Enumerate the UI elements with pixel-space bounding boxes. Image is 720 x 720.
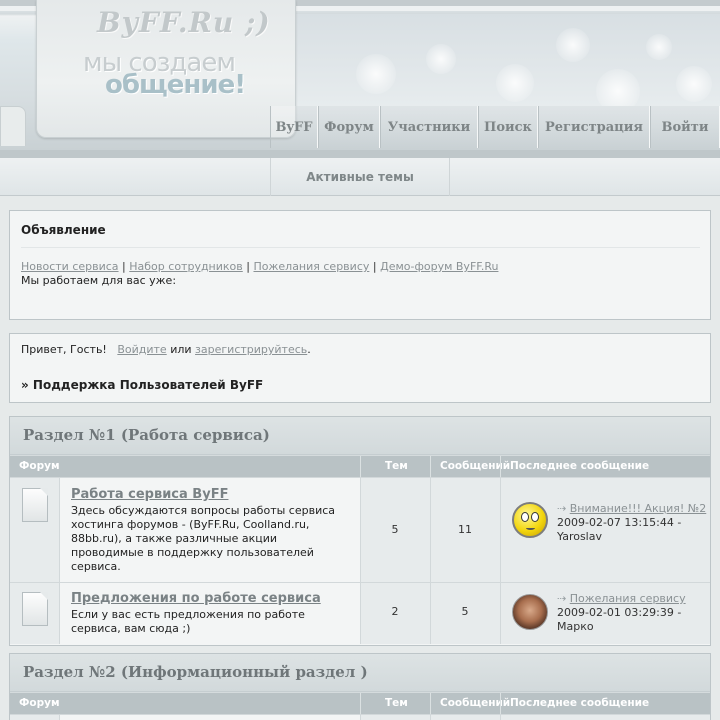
guest-greeting-line: Привет, Гость! Войдите или зарегистрируй…	[21, 343, 311, 356]
photo-avatar[interactable]	[512, 594, 548, 630]
breadcrumb[interactable]: » Поддержка Пользователей ByFF	[21, 378, 263, 392]
announcement-title: Объявление	[21, 223, 106, 237]
last-post-link[interactable]: Внимание!!! Акция! №2	[570, 502, 707, 515]
link-service-wishes[interactable]: Пожелания сервису	[253, 260, 369, 273]
announcement-note: Мы работаем для вас уже:	[21, 274, 177, 287]
section-title: Раздел №2 (Информационный раздел )	[10, 654, 710, 692]
col-last-post: Последнее сообщение	[510, 460, 650, 472]
col-forum: Форум	[19, 460, 60, 472]
col-last-post: Последнее сообщение	[510, 697, 650, 709]
last-post-author: Yaroslav	[557, 530, 602, 543]
forum-icon-cell	[10, 478, 60, 582]
posts-count: 5	[461, 605, 469, 618]
forum-icon-cell	[10, 715, 60, 720]
site-logo[interactable]: ByFF.Ru ;) мы создаем общение!	[36, 0, 296, 138]
logo-slogan-line2: общение!	[105, 70, 246, 100]
forum-row: Предложения по работе сервиса Если у вас…	[10, 582, 710, 644]
nav-login[interactable]: Войти	[650, 106, 720, 148]
col-divider	[430, 456, 431, 477]
arrow-right-icon: ⇢	[557, 592, 567, 605]
login-link[interactable]: Войдите	[117, 343, 166, 356]
nav-byff[interactable]: ByFF	[270, 106, 318, 148]
forum-title-link[interactable]: Работа сервиса ByFF	[71, 487, 228, 502]
forum-title-link[interactable]: Предложения по работе сервиса	[71, 591, 321, 606]
posts-cell	[430, 715, 500, 720]
forum-description: Если у вас есть предложения по работе се…	[71, 608, 305, 635]
register-link[interactable]: зарегистрируйтесь	[195, 343, 307, 356]
last-post-link[interactable]: Пожелания сервису	[570, 592, 686, 605]
last-post-date: 2009-02-01 03:29:39 -	[557, 606, 682, 619]
forum-folder-icon	[22, 592, 48, 626]
forum-icon-cell	[10, 583, 60, 644]
link-demo-forum[interactable]: Демо-форум ByFF.Ru	[380, 260, 498, 273]
col-divider	[430, 693, 431, 714]
header-banner-background	[296, 14, 720, 106]
guest-box: Привет, Гость! Войдите или зарегистрируй…	[9, 333, 711, 403]
topics-count: 5	[391, 523, 399, 536]
last-post-date: 2009-02-07 13:15:44 -	[557, 516, 682, 529]
smiley-avatar[interactable]	[512, 502, 548, 538]
main-nav: ByFF Форум Участники Поиск Регистрация В…	[270, 106, 720, 148]
col-divider	[360, 693, 361, 714]
subnav-band	[0, 150, 720, 158]
period: .	[307, 343, 311, 356]
col-divider	[500, 693, 501, 714]
announcement-links: Новости сервиса | Набор сотрудников | По…	[21, 260, 498, 273]
last-post-author: Марко	[557, 620, 594, 633]
posts-count: 11	[458, 523, 472, 536]
nav-search[interactable]: Поиск	[478, 106, 538, 148]
last-post-cell	[500, 715, 710, 720]
topics-cell	[360, 715, 430, 720]
section-title: Раздел №1 (Работа сервиса)	[10, 417, 710, 455]
link-service-news[interactable]: Новости сервиса	[21, 260, 119, 273]
nav-forum[interactable]: Форум	[318, 106, 380, 148]
header: ByFF.Ru ;) мы создаем общение! ByFF Фору…	[0, 0, 720, 150]
topics-count: 2	[391, 605, 399, 618]
forum-description: Здесь обсуждаются вопросы работы сервиса…	[71, 504, 335, 573]
announcement-box: Объявление Новости сервиса | Набор сотру…	[9, 210, 711, 320]
col-divider	[500, 456, 501, 477]
subnav-active-topics[interactable]: Активные темы	[270, 158, 450, 196]
last-post-info: ⇢ Внимание!!! Акция! №2 2009-02-07 13:15…	[557, 502, 707, 544]
column-header: Форум Тем Сообщений Последнее сообщение	[10, 455, 710, 477]
forum-row	[10, 714, 710, 720]
link-separator: |	[122, 260, 126, 273]
divider	[21, 247, 700, 248]
last-post-info: ⇢ Пожелания сервису 2009-02-01 03:29:39 …	[557, 592, 707, 634]
col-divider	[360, 456, 361, 477]
header-left-tab	[0, 106, 26, 146]
col-topics: Тем	[385, 460, 408, 472]
forum-folder-icon	[22, 488, 48, 522]
nav-members[interactable]: Участники	[380, 106, 478, 148]
forum-section-2: Раздел №2 (Информационный раздел ) Форум…	[9, 653, 711, 720]
guest-greeting: Привет, Гость!	[21, 343, 107, 356]
col-topics: Тем	[385, 697, 408, 709]
col-forum: Форум	[19, 697, 60, 709]
logo-title: ByFF.Ru ;)	[97, 6, 271, 39]
nav-register[interactable]: Регистрация	[538, 106, 650, 148]
link-separator: |	[246, 260, 250, 273]
forum-row: Работа сервиса ByFF Здесь обсуждаются во…	[10, 477, 710, 582]
link-staff-recruitment[interactable]: Набор сотрудников	[129, 260, 243, 273]
subnav: Активные темы	[0, 158, 720, 196]
forum-section-1: Раздел №1 (Работа сервиса) Форум Тем Соо…	[9, 416, 711, 646]
column-header: Форум Тем Сообщений Последнее сообщение	[10, 692, 710, 714]
or-text: или	[170, 343, 192, 356]
arrow-right-icon: ⇢	[557, 502, 567, 515]
link-separator: |	[372, 260, 377, 273]
